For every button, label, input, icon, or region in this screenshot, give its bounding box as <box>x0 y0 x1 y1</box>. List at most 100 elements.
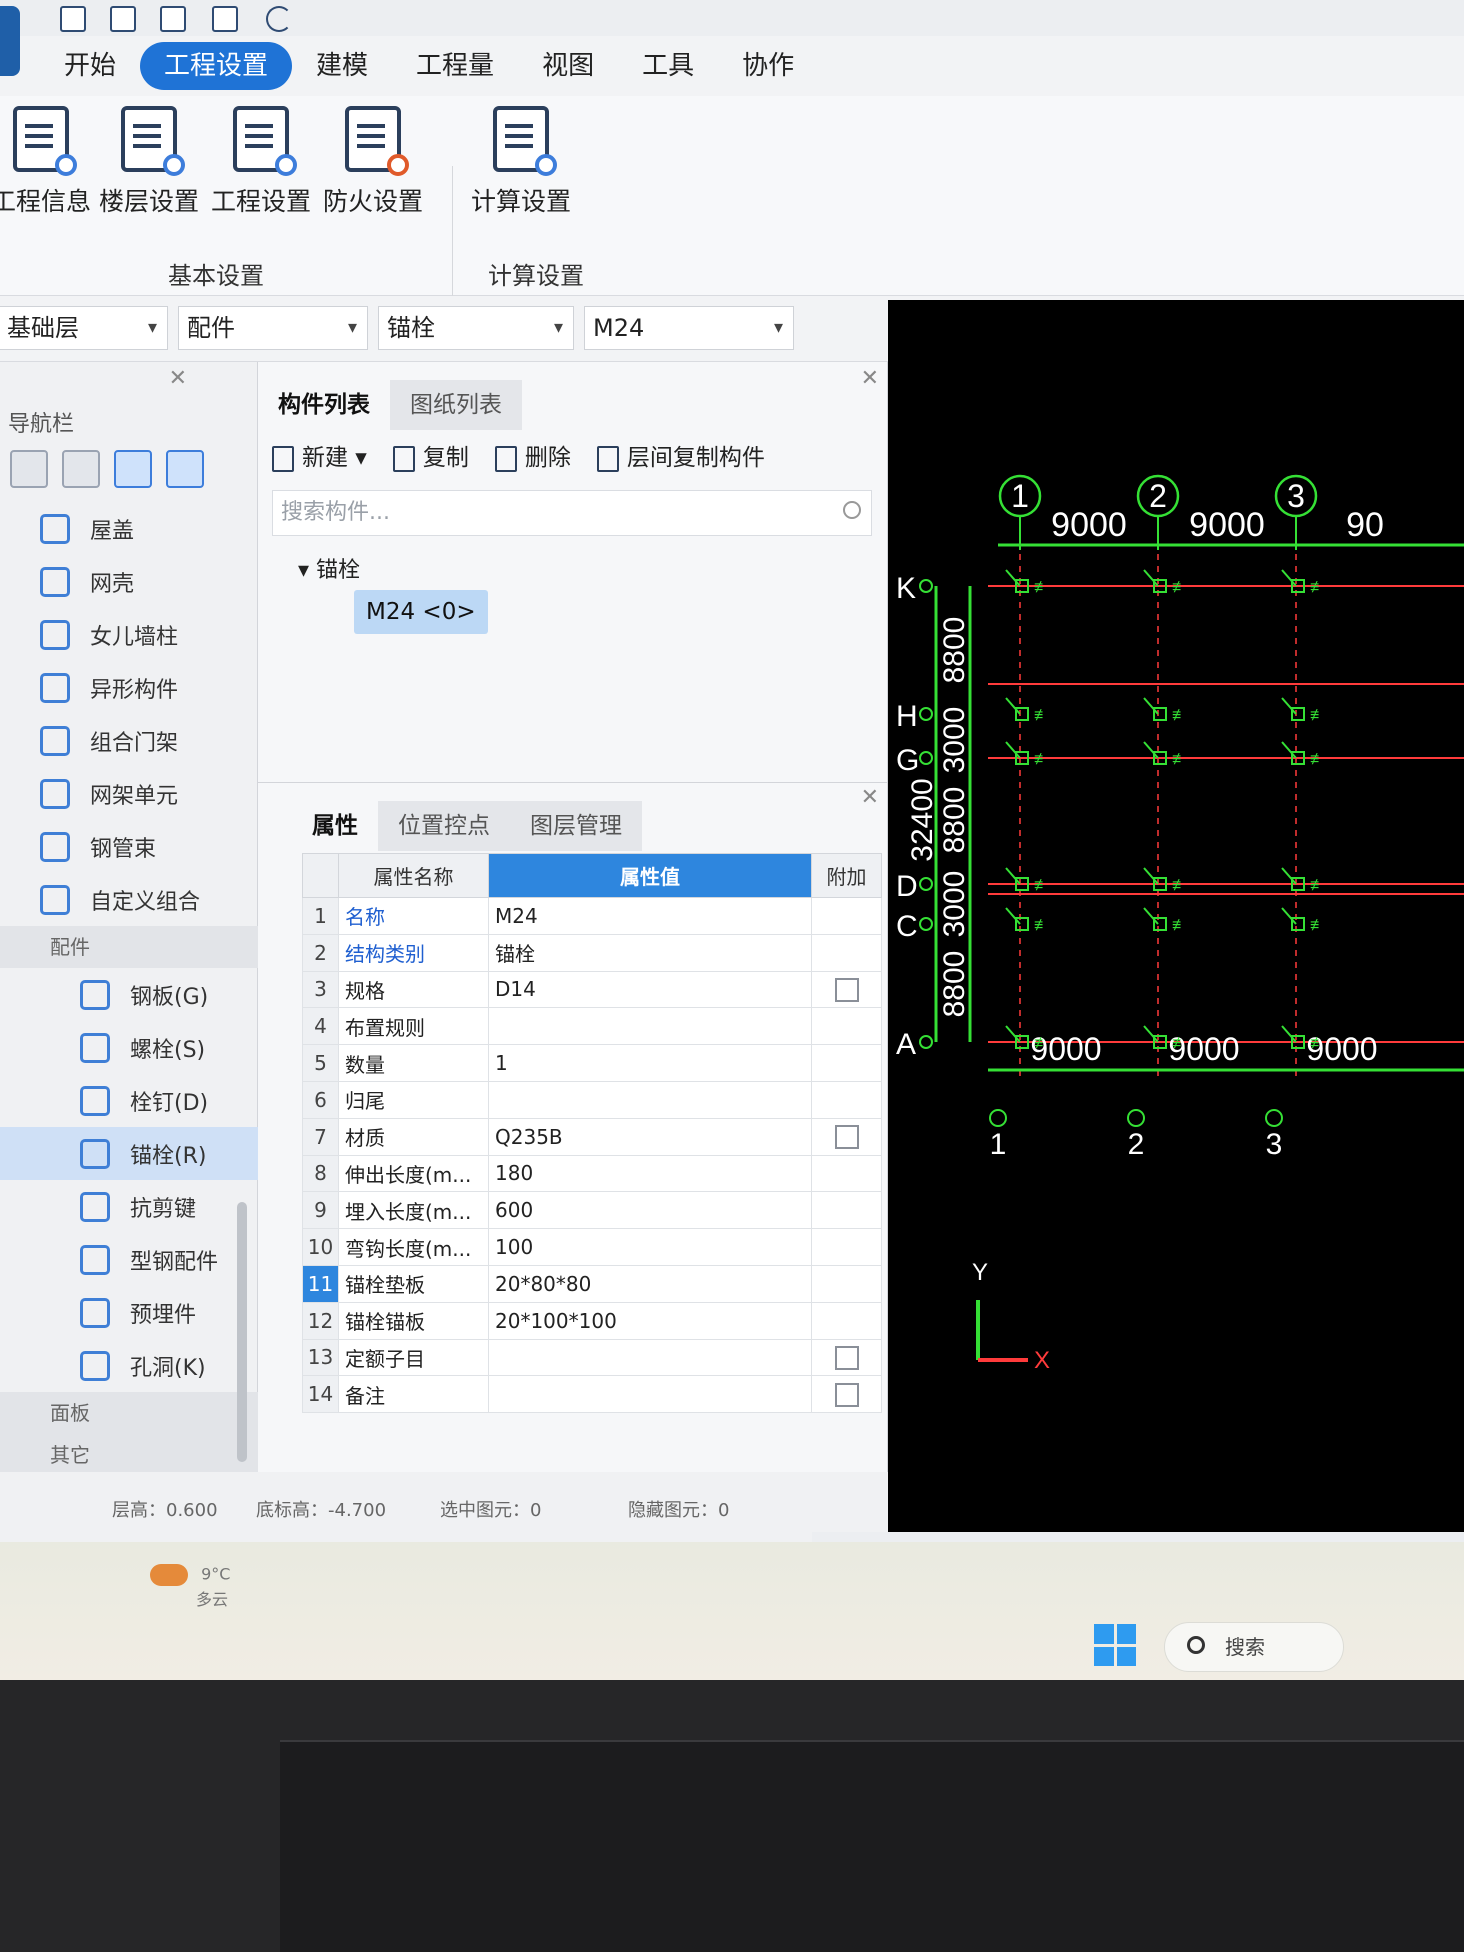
property-value[interactable] <box>488 1080 812 1119</box>
floor-copy-button[interactable]: 层间复制构件 <box>596 438 765 472</box>
property-value[interactable]: Q235B <box>488 1117 812 1156</box>
detail-view-icon[interactable] <box>166 450 204 488</box>
property-row[interactable]: 13 定额子目 <box>302 1338 882 1377</box>
extra-checkbox[interactable] <box>834 978 859 1003</box>
fire-settings-button[interactable]: 防火设置 <box>318 106 428 218</box>
tab-collaboration[interactable]: 协作 <box>718 42 818 90</box>
property-row[interactable]: 3 规格 D14 <box>302 970 882 1009</box>
component-select[interactable]: M24 <box>584 306 794 350</box>
save-icon[interactable] <box>212 6 238 32</box>
pin-icon[interactable] <box>10 450 48 488</box>
nav-item-anchor-bolt[interactable]: 锚栓(R) <box>0 1127 258 1180</box>
nav-item-opening[interactable]: 孔洞(K) <box>0 1339 258 1392</box>
nav-item-roof[interactable]: 屋盖 <box>0 502 258 555</box>
extra-checkbox[interactable] <box>834 1346 859 1371</box>
tab-project-settings[interactable]: 工程设置 <box>140 42 293 90</box>
tab-component-list[interactable]: 构件列表 <box>258 380 390 430</box>
tree-item-m24[interactable]: M24 <0> <box>354 590 488 634</box>
windows-start-icon[interactable] <box>1094 1624 1136 1666</box>
property-value[interactable] <box>488 1007 812 1046</box>
property-value[interactable]: 180 <box>488 1154 812 1193</box>
tab-tools[interactable]: 工具 <box>618 42 718 90</box>
category-select[interactable]: 配件 <box>178 306 368 350</box>
tab-properties[interactable]: 属性 <box>292 801 378 851</box>
grid-view-icon[interactable] <box>62 450 100 488</box>
cad-viewport[interactable]: 1 2 3 9000 9000 90 1 2 3 9000 9000 9000 K H G D C A 8800 30… <box>888 300 1464 1532</box>
nav-item-portal-frame[interactable]: 组合门架 <box>0 714 258 767</box>
property-row[interactable]: 10 弯钩长度(m... 100 <box>302 1228 882 1266</box>
floor-select[interactable]: 基础层 <box>0 306 168 350</box>
property-row[interactable]: 14 备注 <box>302 1375 882 1414</box>
property-value[interactable]: 1 <box>488 1044 812 1082</box>
property-row[interactable]: 9 埋入长度(m... 600 <box>302 1191 882 1230</box>
nav-section-other[interactable]: 其它 <box>0 1434 258 1476</box>
property-row[interactable]: 2 结构类别 锚栓 <box>302 933 882 972</box>
anchor-bolt-symbol: ≢ <box>1172 751 1188 768</box>
new-file-icon[interactable] <box>110 6 136 32</box>
property-row[interactable]: 1 名称 M24 <box>302 897 882 935</box>
open-file-icon[interactable] <box>60 6 86 32</box>
property-row[interactable]: 6 归尾 <box>302 1080 882 1119</box>
property-row[interactable]: 4 布置规则 <box>302 1007 882 1046</box>
property-row[interactable]: 5 数量 1 <box>302 1044 882 1082</box>
tree-group-anchor-bolt[interactable]: ▾ 锚栓 <box>298 552 360 584</box>
delete-button[interactable]: 删除 <box>494 438 571 472</box>
property-value[interactable]: 100 <box>488 1228 812 1266</box>
nav-item-section-fitting[interactable]: 型钢配件 <box>0 1233 258 1286</box>
extra-checkbox[interactable] <box>834 1383 859 1407</box>
property-name: 备注 <box>338 1375 489 1414</box>
list-view-icon[interactable] <box>114 450 152 488</box>
property-value[interactable]: D14 <box>488 970 812 1009</box>
space-frame-icon <box>40 778 70 809</box>
close-icon[interactable]: ✕ <box>861 366 879 391</box>
folder-icon[interactable] <box>160 6 186 32</box>
close-icon[interactable]: ✕ <box>861 785 879 810</box>
property-row[interactable]: 8 伸出长度(m... 180 <box>302 1154 882 1193</box>
weather-widget[interactable]: 9°C 多云 <box>150 1564 230 1610</box>
project-info-button[interactable]: 工程信息 <box>0 106 96 218</box>
property-value[interactable]: M24 <box>488 897 812 935</box>
close-icon[interactable]: ✕ <box>169 366 187 391</box>
component-search-input[interactable]: 搜索构件... <box>272 490 872 536</box>
nav-item-shear-key[interactable]: 抗剪键 <box>0 1180 258 1233</box>
property-row[interactable]: 12 锚栓锚板 20*100*100 <box>302 1301 882 1340</box>
tab-quantities[interactable]: 工程量 <box>392 42 518 90</box>
copy-button[interactable]: 复制 <box>392 438 469 472</box>
nav-item-parapet-column[interactable]: 女儿墙柱 <box>0 608 258 661</box>
tab-view[interactable]: 视图 <box>518 42 618 90</box>
nav-item-tube-bundle[interactable]: 钢管束 <box>0 820 258 873</box>
nav-scrollbar[interactable] <box>237 1202 247 1462</box>
nav-item-reticulated-shell[interactable]: 网壳 <box>0 555 258 608</box>
nav-section-surface[interactable]: 面板 <box>0 1392 258 1434</box>
tab-position-control[interactable]: 位置控点 <box>378 801 510 851</box>
tab-start[interactable]: 开始 <box>40 42 140 90</box>
property-value[interactable] <box>488 1338 812 1377</box>
undo-icon[interactable] <box>266 6 292 32</box>
property-value[interactable]: 20*100*100 <box>488 1301 812 1340</box>
property-value[interactable]: 锚栓 <box>488 933 812 972</box>
nav-item-custom-combo[interactable]: 自定义组合 <box>0 873 258 926</box>
property-value[interactable] <box>488 1375 812 1414</box>
nav-item-stud[interactable]: 栓钉(D) <box>0 1074 258 1127</box>
tab-modeling[interactable]: 建模 <box>292 42 392 90</box>
extra-checkbox[interactable] <box>834 1125 859 1150</box>
taskbar-search[interactable]: 搜索 <box>1164 1622 1344 1672</box>
floor-settings-button[interactable]: 楼层设置 <box>94 106 204 218</box>
property-row[interactable]: 7 材质 Q235B <box>302 1117 882 1156</box>
nav-item-special-member[interactable]: 异形构件 <box>0 661 258 714</box>
type-select[interactable]: 锚栓 <box>378 306 574 350</box>
nav-item-space-frame[interactable]: 网架单元 <box>0 767 258 820</box>
nav-item-embedded-part[interactable]: 预埋件 <box>0 1286 258 1339</box>
calc-settings-button[interactable]: 计算设置 <box>466 106 576 218</box>
nav-item-bolt[interactable]: 螺栓(S) <box>0 1021 258 1074</box>
property-row[interactable]: 11 锚栓垫板 20*80*80 <box>302 1264 882 1303</box>
nav-item-steel-plate[interactable]: 钢板(G) <box>0 968 258 1021</box>
nav-section-fittings[interactable]: 配件 <box>0 926 258 968</box>
property-value[interactable]: 600 <box>488 1191 812 1230</box>
project-settings-button[interactable]: 工程设置 <box>206 106 316 218</box>
tab-drawing-list[interactable]: 图纸列表 <box>390 380 522 430</box>
new-button[interactable]: 新建 ▾ <box>272 438 367 472</box>
property-value[interactable]: 20*80*80 <box>488 1264 812 1303</box>
tab-layer-management[interactable]: 图层管理 <box>510 801 642 851</box>
group-label-calc: 计算设置 <box>488 262 584 290</box>
